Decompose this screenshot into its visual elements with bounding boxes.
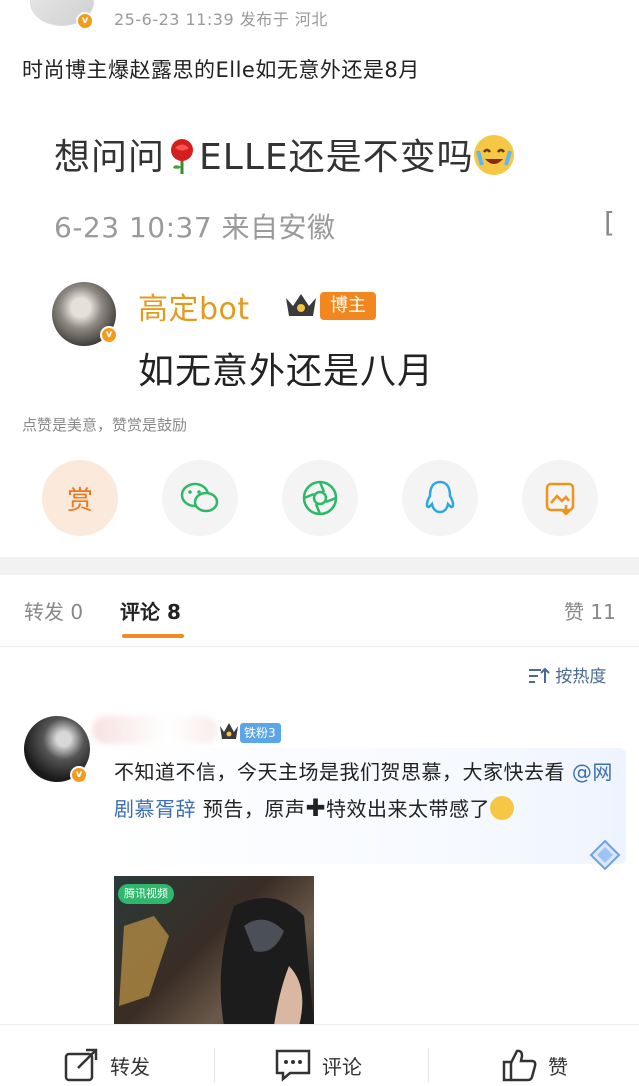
save-image-icon — [545, 482, 575, 515]
question-prefix: 想问问 — [54, 137, 166, 178]
like-button[interactable]: 赞 — [502, 1048, 568, 1082]
post-meta: 25-6-23 11:39 发布于 河北 — [114, 10, 328, 29]
repost-button[interactable]: 转发 — [64, 1048, 150, 1082]
share-moments-button[interactable] — [282, 460, 358, 536]
repost-label: 转发 — [110, 1054, 150, 1079]
like-hint: 点赞是美意，赞赏是鼓励 — [22, 416, 188, 434]
verified-badge-icon: v — [76, 12, 94, 30]
comment-text-part-1: 不知道不信，今天主场是我们贺思慕，大家快去看 — [114, 760, 565, 784]
commenter-verified-icon: v — [70, 766, 88, 784]
sort-icon — [529, 667, 550, 683]
post-text: 时尚博主爆赵露思的Elle如无意外还是8月 — [22, 58, 420, 82]
question-suffix: ELLE还是不变吗 — [199, 137, 474, 178]
rose-icon — [165, 137, 199, 175]
screenshot-question: 想问问 ELLE还是不变吗 — [54, 128, 514, 180]
video-art-icon — [119, 898, 314, 1026]
thinking-emoji-icon — [489, 796, 514, 820]
plus-icon: ✚ — [305, 794, 326, 822]
comment-button[interactable]: 评论 — [274, 1048, 362, 1082]
commenter-name-blurred[interactable] — [92, 716, 218, 744]
save-image-button[interactable] — [522, 460, 598, 536]
comment-text-part-3: 特效出来太带感了 — [325, 797, 490, 821]
section-gap — [0, 557, 639, 575]
comment-text-part-2: 预告，原声 — [202, 797, 306, 821]
tabs-divider — [0, 646, 639, 647]
sort-button[interactable]: 按热度 — [528, 662, 606, 687]
reply-name: 高定bot — [138, 292, 250, 327]
tab-like[interactable]: 赞 11 — [564, 596, 616, 625]
bottom-separator — [214, 1048, 215, 1082]
blogger-tag: 博主 — [320, 292, 376, 320]
comment-text: 不知道不信，今天主场是我们贺思慕，大家快去看 @网剧慕胥辞 预告，原声✚特效出来… — [114, 754, 614, 827]
tab-repost[interactable]: 转发 0 — [24, 596, 83, 625]
qq-icon — [425, 480, 455, 514]
reward-icon: 赏 — [66, 485, 93, 516]
diamond-icon — [588, 838, 622, 872]
share-wechat-button[interactable] — [162, 460, 238, 536]
comment-icon — [275, 1049, 311, 1082]
video-thumbnail[interactable]: 腾讯视频 — [114, 876, 314, 1026]
thumbs-up-icon — [502, 1049, 537, 1082]
reward-button[interactable]: 赏 — [42, 460, 118, 536]
tab-comment[interactable]: 评论 8 — [120, 596, 181, 625]
fan-crown-icon — [218, 720, 240, 742]
reply-text: 如无意外还是八月 — [138, 351, 435, 392]
fan-level-badge: 铁粉3 — [240, 723, 281, 743]
crown-icon — [284, 290, 318, 320]
crying-laugh-emoji-icon — [473, 135, 514, 175]
share-qq-button[interactable] — [402, 460, 478, 536]
wechat-icon — [180, 482, 219, 513]
reply-verified-icon: v — [100, 326, 118, 344]
sort-label: 按热度 — [555, 667, 607, 687]
screenshot-meta: 6-23 10:37 来自安徽 — [54, 211, 336, 244]
screenshot-bracket: [ — [604, 206, 615, 239]
comment-label: 评论 — [322, 1054, 362, 1079]
bottom-separator — [428, 1048, 429, 1082]
moments-icon — [302, 480, 338, 516]
repost-icon — [64, 1048, 98, 1082]
like-label: 赞 — [548, 1054, 568, 1079]
active-tab-indicator — [122, 634, 184, 638]
